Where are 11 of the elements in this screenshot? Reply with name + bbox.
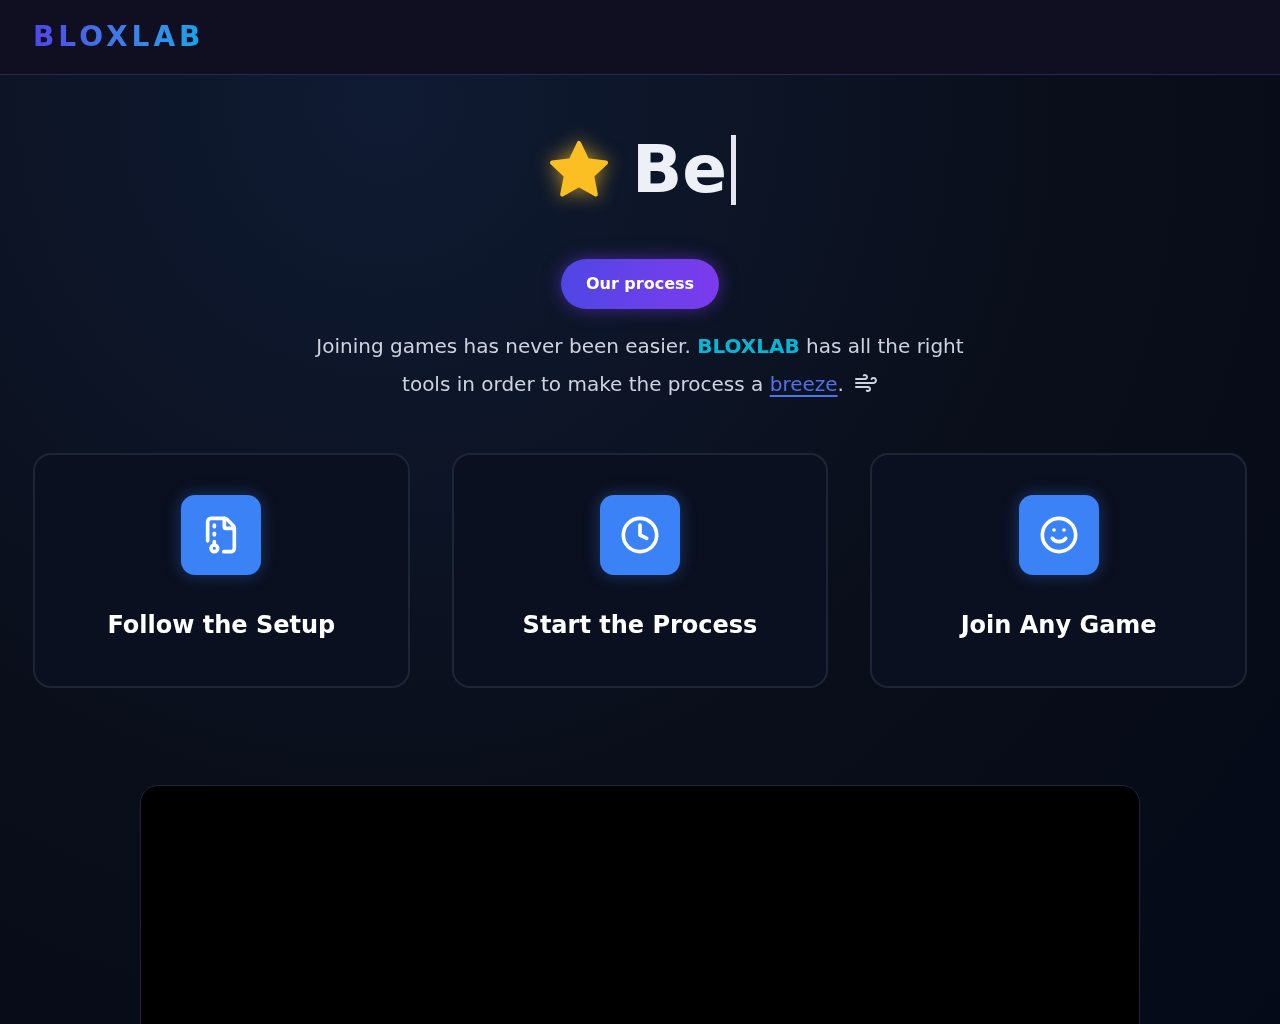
our-process-button[interactable]: Our process xyxy=(560,259,720,309)
hero-title: Be xyxy=(631,137,728,203)
card-title: Follow the Setup xyxy=(107,610,336,641)
clock-icon xyxy=(620,515,660,555)
intro-paragraph: Joining games has never been easier. BLOXLAB has all the right tools in order to make the process a breeze. xyxy=(314,333,965,398)
text-cursor xyxy=(731,135,737,205)
smiley-icon xyxy=(1038,515,1079,555)
breeze-link[interactable]: breeze xyxy=(769,372,838,396)
wind-icon xyxy=(853,371,878,395)
card-title: Start the Process xyxy=(522,610,758,641)
card-title: Join Any Game xyxy=(960,610,1157,641)
